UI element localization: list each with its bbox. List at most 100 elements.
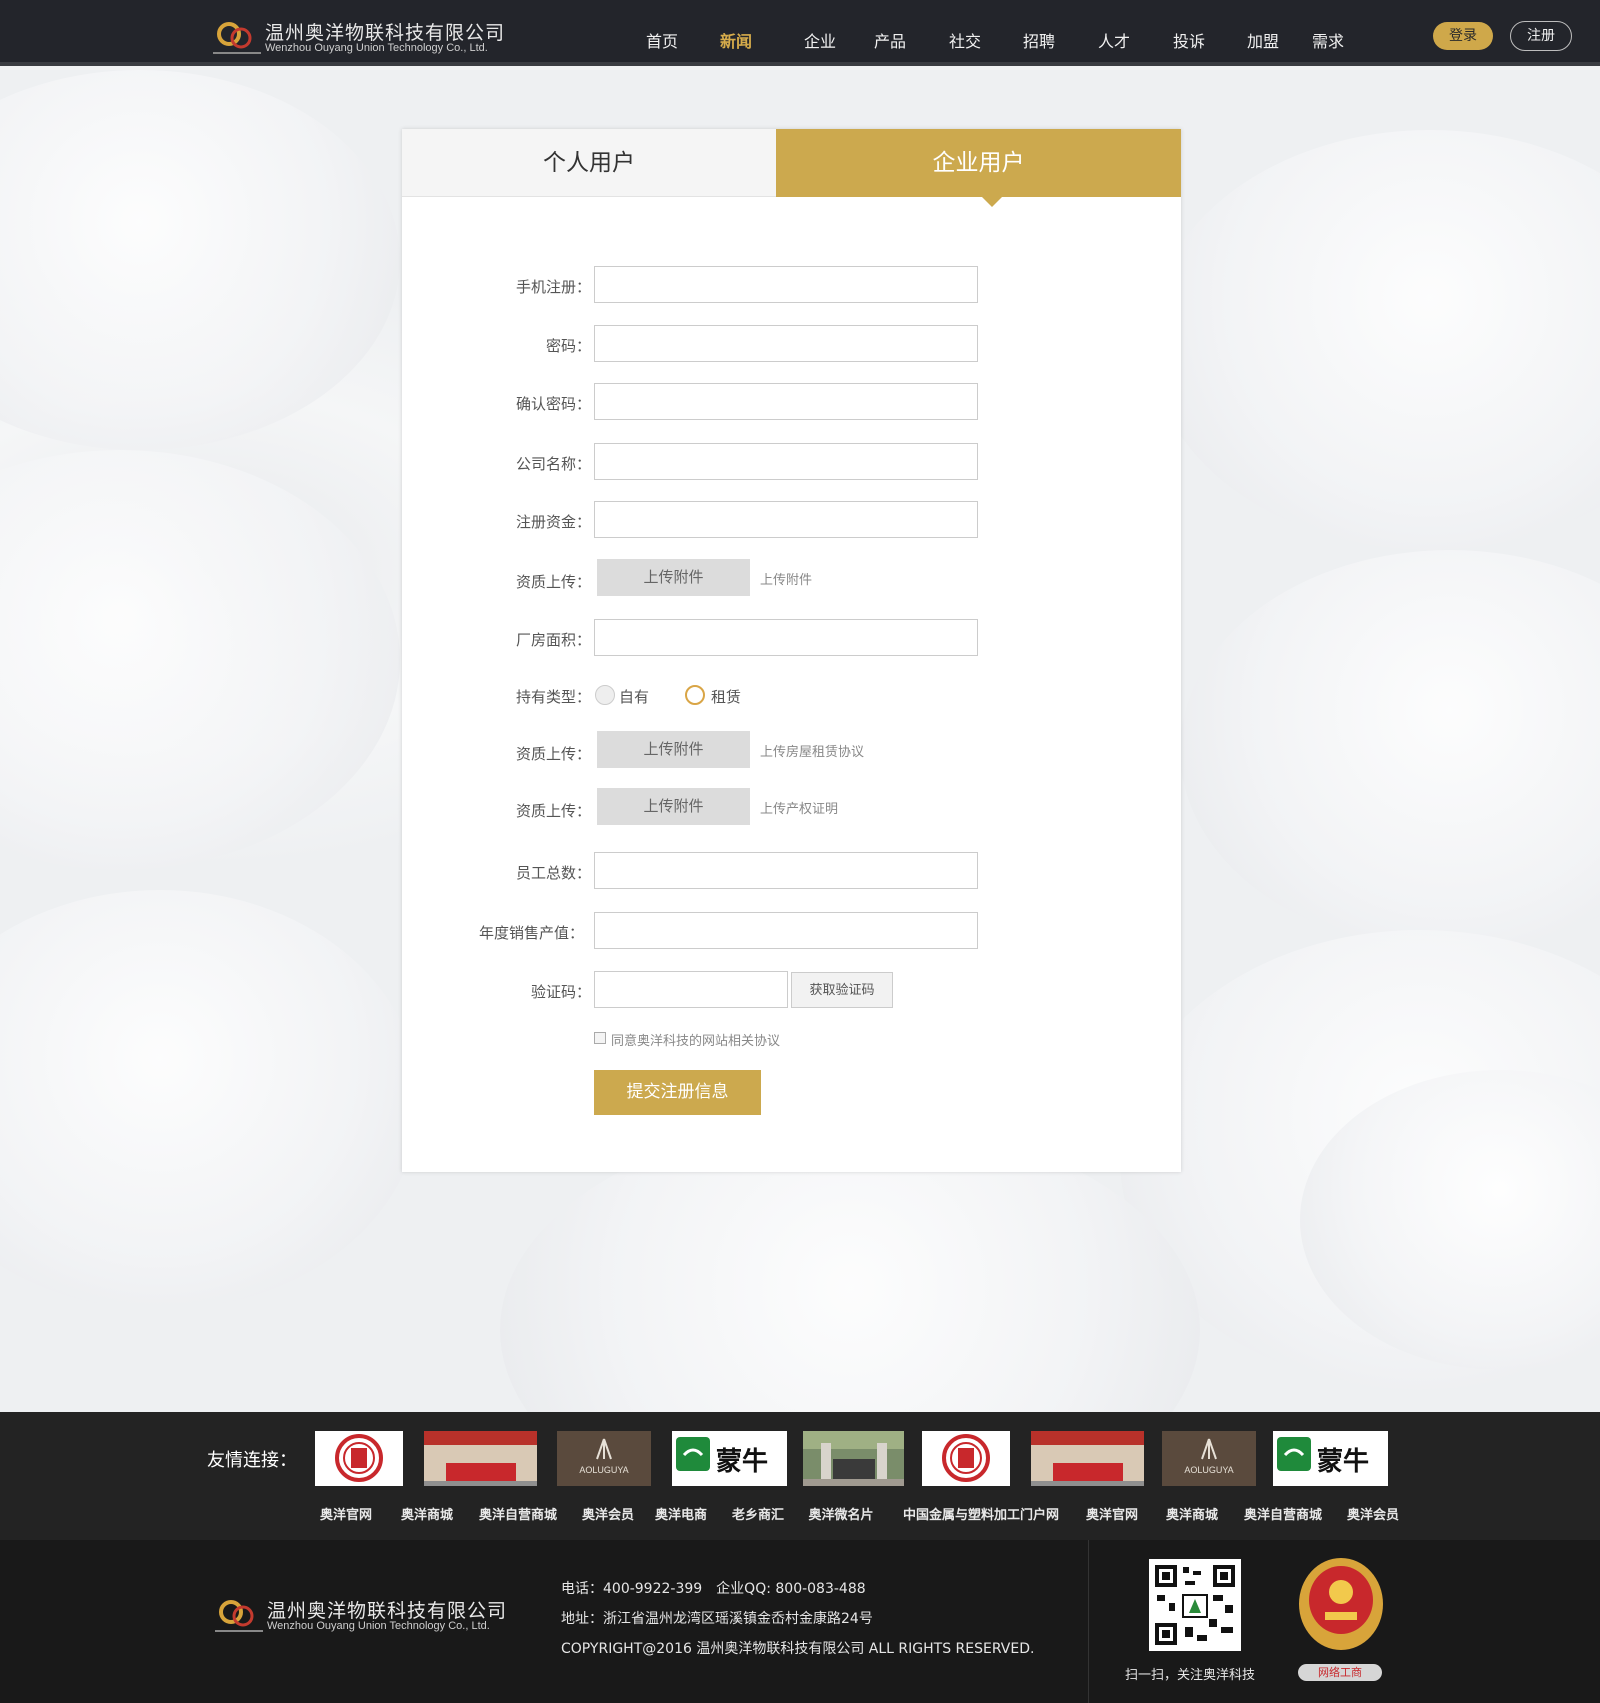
tab-personal-user[interactable]: 个人用户 bbox=[402, 129, 776, 197]
link-logo-hongqi[interactable] bbox=[315, 1431, 403, 1486]
link-name[interactable]: 奥洋官网 bbox=[320, 1504, 372, 1523]
aoluguya-text: AOLUGUYA bbox=[1184, 1465, 1234, 1475]
company-name-input[interactable] bbox=[594, 443, 978, 480]
aoluguya-logo-icon bbox=[1162, 1431, 1256, 1486]
aoluguya-text: AOLUGUYA bbox=[579, 1465, 629, 1475]
staff-input[interactable] bbox=[594, 852, 978, 889]
sales-input[interactable] bbox=[594, 912, 978, 949]
nav-home[interactable]: 首页 bbox=[646, 28, 678, 52]
captcha-input[interactable] bbox=[594, 971, 788, 1008]
password-row: 密码： bbox=[402, 325, 1181, 363]
gate-photo-icon bbox=[803, 1431, 904, 1486]
factory-area-input[interactable] bbox=[594, 619, 978, 656]
link-name[interactable]: 奥洋会员 bbox=[1347, 1504, 1399, 1523]
nav-complaint[interactable]: 投诉 bbox=[1173, 28, 1205, 52]
logo-mark-icon bbox=[213, 22, 261, 54]
friend-links-title: 友情连接： bbox=[207, 1450, 297, 1471]
footer-copyright: COPYRIGHT@2016 温州奥洋物联科技有限公司 ALL RIGHTS R… bbox=[561, 1641, 1035, 1657]
phone-input[interactable] bbox=[594, 266, 978, 303]
link-logo-mengniu-1[interactable]: 蒙牛 bbox=[672, 1431, 787, 1486]
confirm-password-input[interactable] bbox=[594, 383, 978, 420]
radio-owned-label: 自有 bbox=[619, 688, 650, 706]
phone-row: 手机注册： bbox=[402, 266, 1181, 304]
link-logo-aoluguya-1[interactable]: AOLUGUYA bbox=[557, 1431, 651, 1486]
qualification-upload-row: 资质上传： 上传附件 上传附件 bbox=[402, 559, 1181, 597]
tab-company-user[interactable]: 企业用户 bbox=[776, 129, 1181, 197]
capital-input[interactable] bbox=[594, 501, 978, 538]
link-logo-hongqi-2[interactable] bbox=[922, 1431, 1010, 1486]
hall-photo-icon bbox=[1031, 1431, 1144, 1486]
get-captcha-button[interactable]: 获取验证码 bbox=[791, 972, 893, 1008]
link-name[interactable]: 老乡商汇 bbox=[732, 1504, 784, 1523]
emblem-badge-icon[interactable] bbox=[1295, 1554, 1387, 1658]
link-name[interactable]: 奥洋会员 bbox=[582, 1504, 634, 1523]
nav-join[interactable]: 加盟 bbox=[1247, 28, 1279, 52]
captcha-label: 验证码： bbox=[530, 983, 591, 1001]
capital-label: 注册资金： bbox=[515, 513, 591, 531]
nav-demand[interactable]: 需求 bbox=[1312, 28, 1344, 52]
password-label: 密码： bbox=[545, 337, 591, 355]
logo-company-name: 温州奥洋物联科技有限公司 bbox=[265, 22, 506, 44]
footer-divider bbox=[1088, 1540, 1089, 1703]
footer-logo: 温州奥洋物联科技有限公司 Wenzhou Ouyang Union Techno… bbox=[215, 1592, 515, 1636]
link-logo-hall-1[interactable] bbox=[424, 1431, 537, 1486]
qualification-label: 资质上传： bbox=[515, 573, 591, 591]
link-logo-hall-2[interactable] bbox=[1031, 1431, 1144, 1486]
nav-enterprise[interactable]: 企业 bbox=[804, 28, 836, 52]
link-name[interactable]: 奥洋自营商城 bbox=[479, 1504, 557, 1523]
property-upload-row: 资质上传： 上传附件 上传产权证明 bbox=[402, 788, 1181, 826]
user-type-tabs: 个人用户 企业用户 bbox=[402, 129, 1181, 207]
link-name[interactable]: 中国金属与塑料加工门户网 bbox=[903, 1504, 1059, 1523]
hall-photo-icon bbox=[424, 1431, 537, 1486]
mengniu-text: 蒙牛 bbox=[1317, 1447, 1370, 1477]
link-name[interactable]: 奥洋电商 bbox=[655, 1504, 707, 1523]
active-tab-indicator bbox=[982, 197, 1002, 207]
radio-leased[interactable] bbox=[685, 685, 705, 705]
link-name[interactable]: 奥洋商城 bbox=[401, 1504, 453, 1523]
nav-recruit[interactable]: 招聘 bbox=[1023, 28, 1055, 52]
link-logo-mengniu-2[interactable]: 蒙牛 bbox=[1273, 1431, 1388, 1486]
link-name[interactable]: 奥洋官网 bbox=[1086, 1504, 1138, 1523]
footer-company-name: 温州奥洋物联科技有限公司 bbox=[267, 1600, 508, 1622]
company-name-row: 公司名称： bbox=[402, 443, 1181, 481]
company-name-label: 公司名称： bbox=[515, 455, 591, 473]
agreement-checkbox[interactable] bbox=[594, 1032, 606, 1044]
footer-company-name-en: Wenzhou Ouyang Union Technology Co., Ltd… bbox=[267, 1620, 490, 1632]
footer-address: 地址：浙江省温州龙湾区瑶溪镇金岙村金康路24号 bbox=[561, 1611, 873, 1627]
mengniu-text: 蒙牛 bbox=[716, 1447, 769, 1477]
factory-area-row: 厂房面积： bbox=[402, 619, 1181, 657]
link-name[interactable]: 奥洋商城 bbox=[1166, 1504, 1218, 1523]
site-footer: 温州奥洋物联科技有限公司 Wenzhou Ouyang Union Techno… bbox=[0, 1540, 1600, 1703]
register-button[interactable]: 注册 bbox=[1510, 21, 1572, 51]
link-logo-aoluguya-2[interactable]: AOLUGUYA bbox=[1162, 1431, 1256, 1486]
top-header: 温州奥洋物联科技有限公司 Wenzhou Ouyang Union Techno… bbox=[0, 0, 1600, 66]
upload-lease-button[interactable]: 上传附件 bbox=[597, 731, 750, 768]
logo-mark-icon bbox=[215, 1600, 263, 1632]
capital-row: 注册资金： bbox=[402, 501, 1181, 539]
submit-registration-button[interactable]: 提交注册信息 bbox=[594, 1070, 761, 1115]
hongqi-seal-icon bbox=[922, 1431, 1010, 1486]
link-name[interactable]: 奥洋微名片 bbox=[808, 1504, 873, 1523]
login-button[interactable]: 登录 bbox=[1433, 22, 1493, 50]
link-logo-gate[interactable] bbox=[803, 1431, 904, 1486]
link-name[interactable]: 奥洋自营商城 bbox=[1244, 1504, 1322, 1523]
badge-caption: 网络工商 bbox=[1298, 1664, 1382, 1681]
sales-label: 年度销售产值： bbox=[478, 924, 584, 942]
nav-products[interactable]: 产品 bbox=[874, 28, 906, 52]
upload-attachment-button[interactable]: 上传附件 bbox=[597, 559, 750, 596]
upload-property-button[interactable]: 上传附件 bbox=[597, 788, 750, 825]
radio-owned[interactable] bbox=[595, 685, 615, 705]
confirm-password-row: 确认密码： bbox=[402, 383, 1181, 421]
company-logo[interactable]: 温州奥洋物联科技有限公司 Wenzhou Ouyang Union Techno… bbox=[213, 14, 513, 58]
lease-qualification-label: 资质上传： bbox=[515, 745, 591, 763]
nav-social[interactable]: 社交 bbox=[949, 28, 981, 52]
nav-news[interactable]: 新闻 bbox=[720, 28, 752, 52]
radio-leased-label: 租赁 bbox=[711, 688, 742, 706]
qr-code-icon bbox=[1149, 1559, 1241, 1651]
password-input[interactable] bbox=[594, 325, 978, 362]
agreement-text[interactable]: 同意奥洋科技的网站相关协议 bbox=[611, 1030, 780, 1049]
confirm-password-label: 确认密码： bbox=[515, 395, 591, 413]
logo-company-name-en: Wenzhou Ouyang Union Technology Co., Ltd… bbox=[265, 42, 488, 54]
nav-talent[interactable]: 人才 bbox=[1098, 28, 1130, 52]
lease-upload-row: 资质上传： 上传附件 上传房屋租赁协议 bbox=[402, 731, 1181, 769]
